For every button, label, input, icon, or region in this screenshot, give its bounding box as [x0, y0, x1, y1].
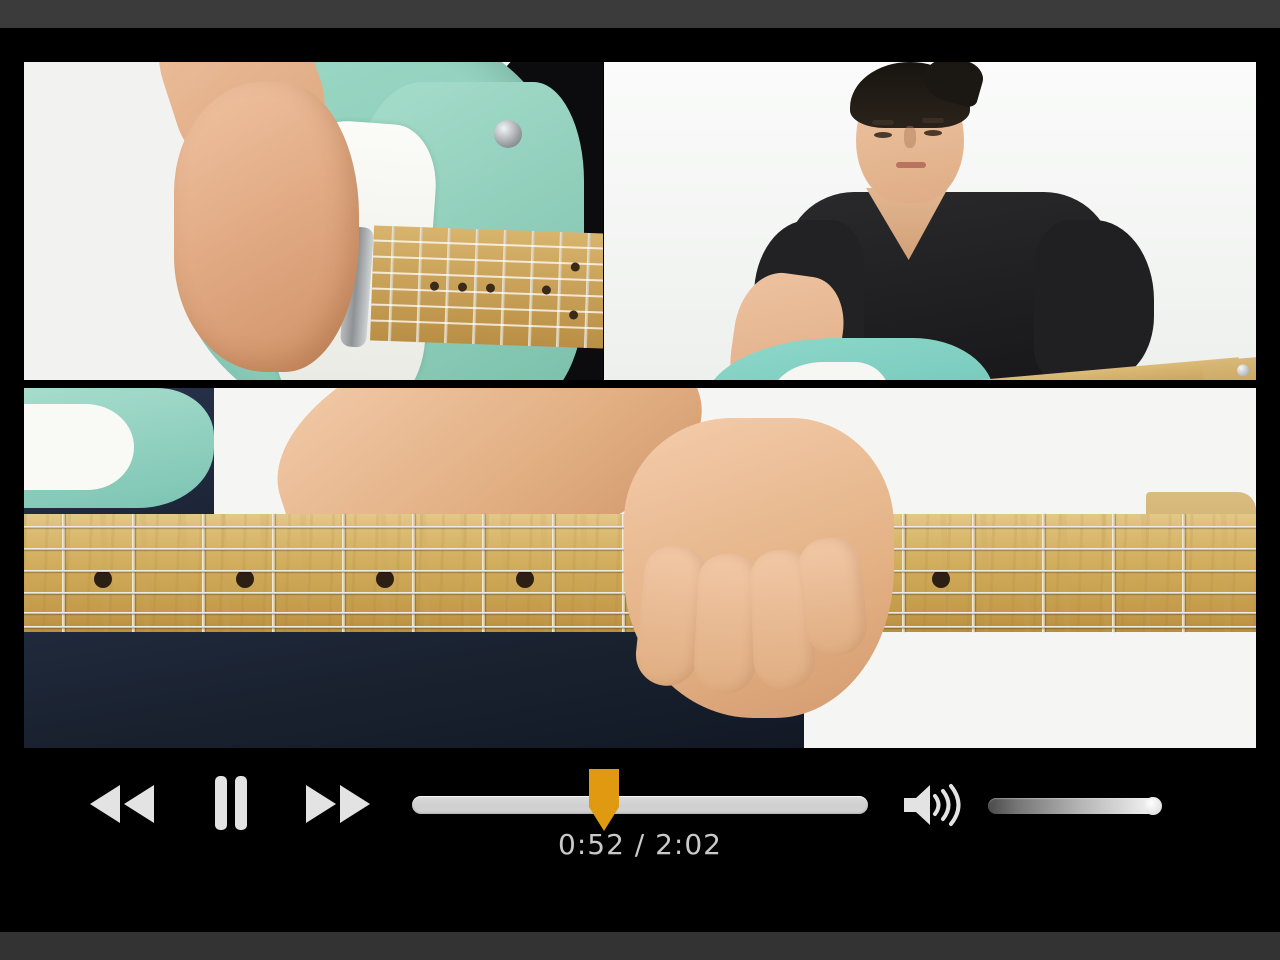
pause-button[interactable] — [200, 774, 262, 832]
volume-icon[interactable] — [902, 782, 972, 828]
player-mouth — [896, 162, 926, 168]
player-controls: 0:52 / 2:02 — [0, 750, 1280, 932]
rewind-button[interactable] — [86, 778, 158, 830]
volume-slider[interactable] — [988, 797, 1162, 815]
progress-slider[interactable] — [412, 769, 868, 831]
pickguard — [24, 404, 134, 490]
volume-knob[interactable] — [1144, 797, 1162, 815]
video-panel-fretboard[interactable] — [24, 388, 1256, 748]
guitar-jack — [494, 120, 522, 148]
progress-track — [412, 796, 868, 814]
video-stage[interactable] — [0, 28, 1280, 750]
picking-hand — [174, 82, 359, 372]
player-shoulder-right — [1034, 220, 1154, 380]
top-chrome-bar — [0, 0, 1280, 28]
video-panel-picking-hand[interactable] — [24, 62, 603, 380]
time-display: 0:52 / 2:02 — [558, 828, 722, 861]
player-nose — [904, 126, 916, 148]
bottom-chrome-bar — [0, 932, 1280, 960]
video-panel-player[interactable] — [604, 62, 1256, 380]
guitar-neck — [370, 225, 603, 350]
volume-track — [988, 797, 1162, 815]
fast-forward-button[interactable] — [302, 778, 374, 830]
transport-row: 0:52 / 2:02 — [0, 769, 1280, 861]
video-player-app: 0:52 / 2:02 — [0, 0, 1280, 960]
